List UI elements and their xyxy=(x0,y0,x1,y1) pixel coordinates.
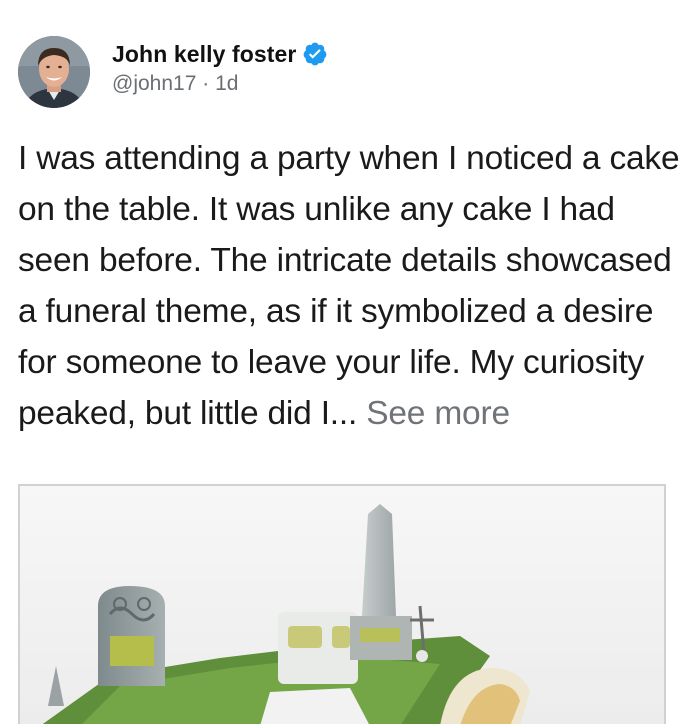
verified-badge-icon xyxy=(302,41,328,67)
handle-row: @john17 · 1d xyxy=(112,72,328,96)
display-name[interactable]: John kelly foster xyxy=(112,41,296,68)
handle[interactable]: @john17 xyxy=(112,72,196,95)
tweet-media-photo[interactable] xyxy=(18,484,666,724)
tweet-text-content: I was attending a party when I noticed a… xyxy=(18,140,680,432)
cake-photo-icon xyxy=(20,486,664,724)
tweet-card: John kelly foster @john17 · 1d I was att… xyxy=(0,0,700,724)
see-more-link[interactable]: See more xyxy=(366,395,510,432)
name-row: John kelly foster xyxy=(112,40,328,68)
author-meta: John kelly foster @john17 · 1d xyxy=(112,40,328,96)
avatar[interactable] xyxy=(18,36,90,108)
tweet-text: I was attending a party when I noticed a… xyxy=(18,133,688,439)
meta-separator: · xyxy=(196,72,216,95)
tweet-header: John kelly foster @john17 · 1d xyxy=(18,36,328,112)
timestamp[interactable]: 1d xyxy=(215,72,238,95)
